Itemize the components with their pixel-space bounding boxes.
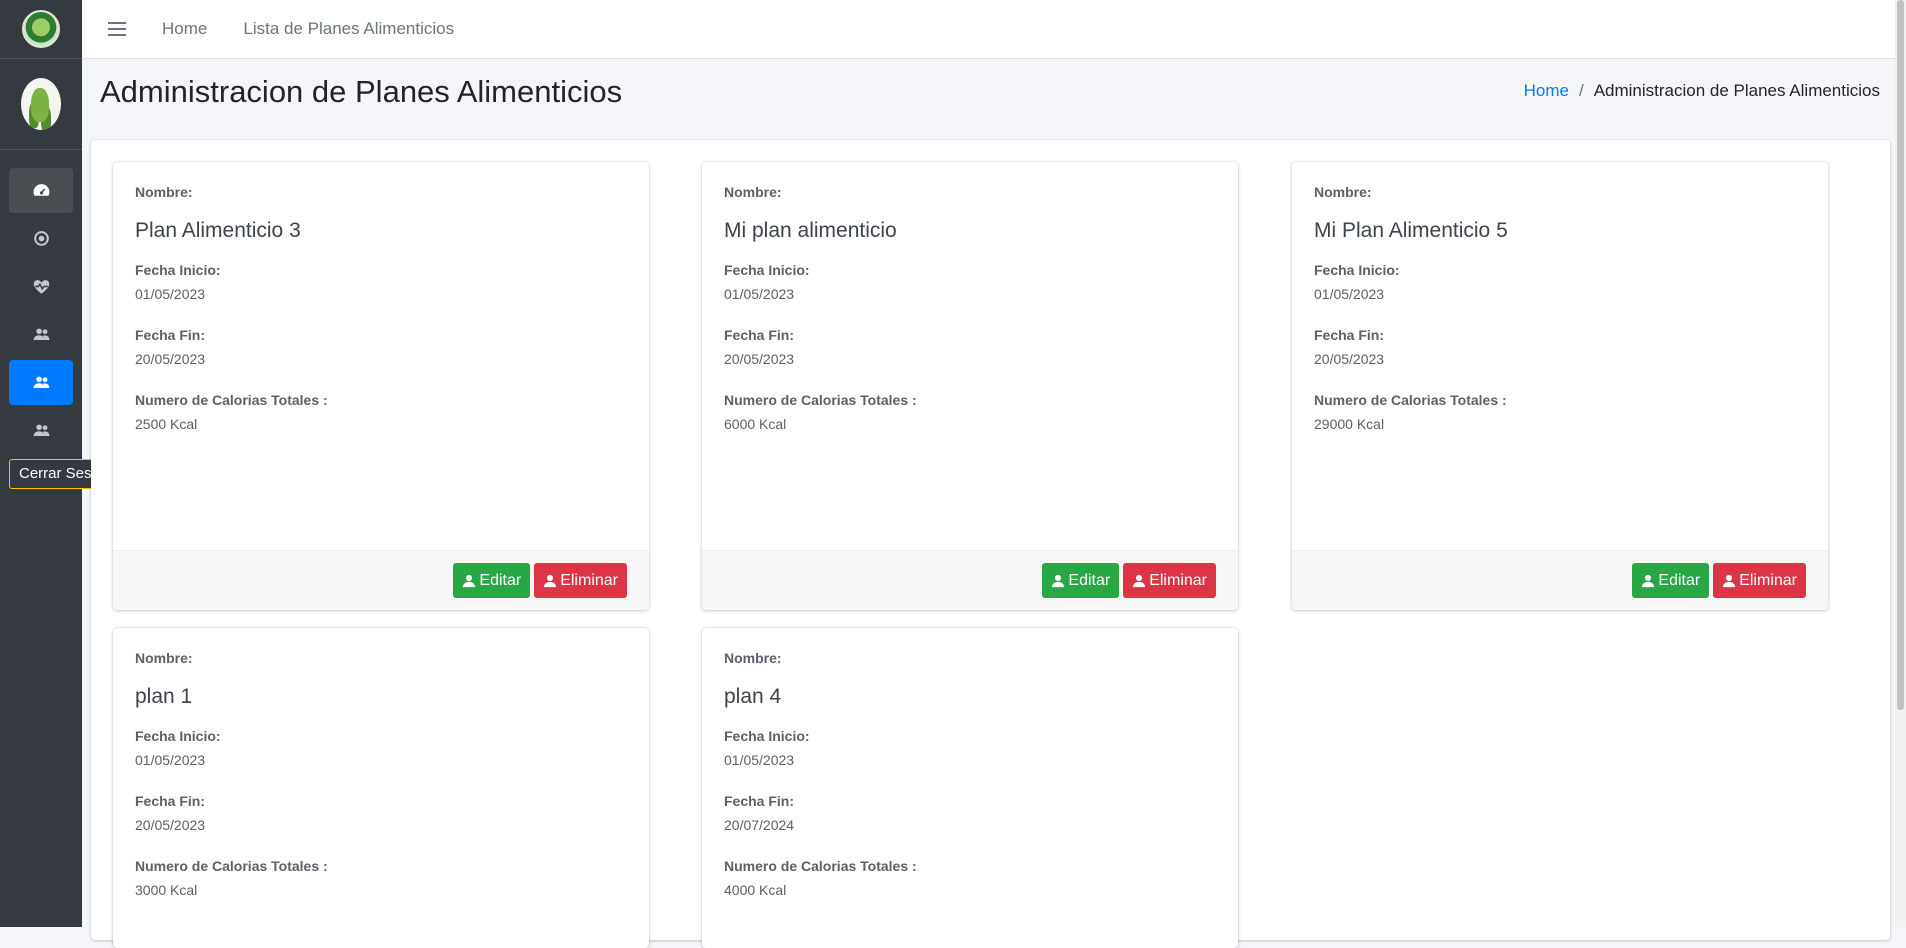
fecha-fin-label: Fecha Fin:	[135, 327, 206, 343]
delete-button[interactable]: Eliminar	[1713, 563, 1806, 598]
fecha-inicio-label: Fecha Inicio:	[724, 728, 810, 744]
fecha-inicio-label: Fecha Inicio:	[135, 262, 221, 278]
top-navbar: Home Lista de Planes Alimenticios	[82, 0, 1906, 59]
plan-name: Plan Alimenticio 3	[135, 219, 301, 242]
fecha-inicio-value: 01/05/2023	[724, 752, 795, 768]
plans-panel: Nombre: Plan Alimenticio 3 Fecha Inicio:…	[91, 140, 1890, 948]
dashboard-icon	[33, 184, 49, 196]
edit-button-label: Editar	[479, 571, 522, 589]
calorias-label: Numero de Calorias Totales :	[135, 858, 328, 874]
plan-card: Nombre: Plan Alimenticio 3 Fecha Inicio:…	[113, 162, 649, 610]
users-icon	[33, 424, 49, 437]
plan-card: Nombre: Mi Plan Alimenticio 5 Fecha Inic…	[1292, 162, 1828, 610]
menu-toggle-icon[interactable]	[108, 22, 126, 36]
fecha-inicio-label: Fecha Inicio:	[135, 728, 221, 744]
plan-name: plan 1	[135, 685, 193, 708]
nombre-label: Nombre:	[1314, 184, 1372, 200]
calorias-label: Numero de Calorias Totales :	[724, 392, 917, 408]
fecha-fin-label: Fecha Fin:	[724, 327, 795, 343]
fecha-fin-value: 20/05/2023	[135, 817, 206, 833]
nombre-label: Nombre:	[135, 650, 193, 666]
user-avatar[interactable]	[21, 78, 61, 130]
nav-item-users-1[interactable]	[9, 312, 73, 357]
fecha-inicio-label: Fecha Inicio:	[724, 262, 810, 278]
nav-item-dashboard[interactable]	[9, 168, 73, 213]
delete-button-label: Eliminar	[1739, 571, 1797, 589]
fecha-inicio-label: Fecha Inicio:	[1314, 262, 1400, 278]
user-icon	[463, 574, 476, 587]
calorias-label: Numero de Calorias Totales :	[135, 392, 328, 408]
scrollbar-thumb[interactable]	[1897, 0, 1904, 710]
user-icon	[1133, 574, 1146, 587]
edit-button[interactable]: Editar	[1042, 563, 1120, 598]
logout-button[interactable]: Cerrar Sesión	[9, 459, 99, 489]
nombre-label: Nombre:	[724, 650, 782, 666]
user-icon	[1052, 574, 1065, 587]
calorias-value: 6000 Kcal	[724, 416, 787, 432]
nav-link-plan-list[interactable]: Lista de Planes Alimenticios	[243, 19, 454, 39]
delete-button-label: Eliminar	[1149, 571, 1207, 589]
nav-item-users-3[interactable]	[9, 408, 73, 453]
nav-link-home[interactable]: Home	[162, 19, 207, 39]
plan-name: Mi Plan Alimenticio 5	[1314, 219, 1508, 242]
fecha-fin-value: 20/05/2023	[724, 351, 795, 367]
calorias-label: Numero de Calorias Totales :	[724, 858, 917, 874]
page-scrollbar[interactable]	[1895, 0, 1906, 927]
fecha-inicio-value: 01/05/2023	[135, 752, 206, 768]
fecha-inicio-value: 01/05/2023	[724, 286, 795, 302]
edit-button-label: Editar	[1068, 571, 1111, 589]
edit-button[interactable]: Editar	[1632, 563, 1710, 598]
brand[interactable]	[0, 0, 82, 59]
fecha-fin-label: Fecha Fin:	[1314, 327, 1385, 343]
calorias-value: 3000 Kcal	[135, 882, 198, 898]
users-icon	[33, 376, 49, 389]
plan-card: Nombre: plan 4 Fecha Inicio: 01/05/2023 …	[702, 628, 1238, 948]
plan-name: Mi plan alimenticio	[724, 219, 897, 242]
sidebar-nav	[0, 168, 82, 456]
nav-item-circle[interactable]	[9, 216, 73, 261]
calorias-value: 2500 Kcal	[135, 416, 198, 432]
plan-name: plan 4	[724, 685, 782, 708]
fecha-inicio-value: 01/05/2023	[135, 286, 206, 302]
nav-item-health[interactable]	[9, 264, 73, 309]
nav-item-users-2[interactable]	[9, 360, 73, 405]
users-icon	[33, 328, 49, 341]
breadcrumb-separator: /	[1578, 81, 1584, 100]
card-footer: Editar Eliminar	[702, 550, 1238, 610]
user-icon	[1642, 574, 1655, 587]
breadcrumb-current: Administracion de Planes Alimenticios	[1593, 81, 1880, 100]
fecha-fin-value: 20/05/2023	[135, 351, 206, 367]
fecha-fin-label: Fecha Fin:	[135, 793, 206, 809]
breadcrumb: Home / Administracion de Planes Alimentici…	[1524, 81, 1880, 101]
heartbeat-icon	[33, 280, 49, 294]
plan-card: Nombre: Mi plan alimenticio Fecha Inicio…	[702, 162, 1238, 610]
breadcrumb-home-link[interactable]: Home	[1524, 81, 1569, 100]
edit-button[interactable]: Editar	[453, 563, 531, 598]
card-footer: Editar Eliminar	[1292, 550, 1828, 610]
fecha-fin-value: 20/07/2024	[724, 817, 795, 833]
card-footer: Editar Eliminar	[113, 550, 649, 610]
delete-button-label: Eliminar	[560, 571, 618, 589]
fecha-inicio-value: 01/05/2023	[1314, 286, 1385, 302]
delete-button[interactable]: Eliminar	[1123, 563, 1216, 598]
user-icon	[1723, 574, 1736, 587]
brand-logo[interactable]	[22, 10, 60, 48]
page-title: Administracion de Planes Alimenticios	[100, 74, 623, 109]
plan-card: Nombre: plan 1 Fecha Inicio: 01/05/2023 …	[113, 628, 649, 948]
nombre-label: Nombre:	[135, 184, 193, 200]
delete-button[interactable]: Eliminar	[534, 563, 627, 598]
user-icon	[544, 574, 557, 587]
nombre-label: Nombre:	[724, 184, 782, 200]
circle-dot-icon	[33, 231, 49, 246]
fecha-fin-label: Fecha Fin:	[724, 793, 795, 809]
calorias-label: Numero de Calorias Totales :	[1314, 392, 1507, 408]
sidebar: Cerrar Sesión	[0, 0, 99, 927]
calorias-value: 4000 Kcal	[724, 882, 787, 898]
fecha-fin-value: 20/05/2023	[1314, 351, 1385, 367]
calorias-value: 29000 Kcal	[1314, 416, 1385, 432]
user-panel	[0, 59, 82, 150]
edit-button-label: Editar	[1658, 571, 1701, 589]
